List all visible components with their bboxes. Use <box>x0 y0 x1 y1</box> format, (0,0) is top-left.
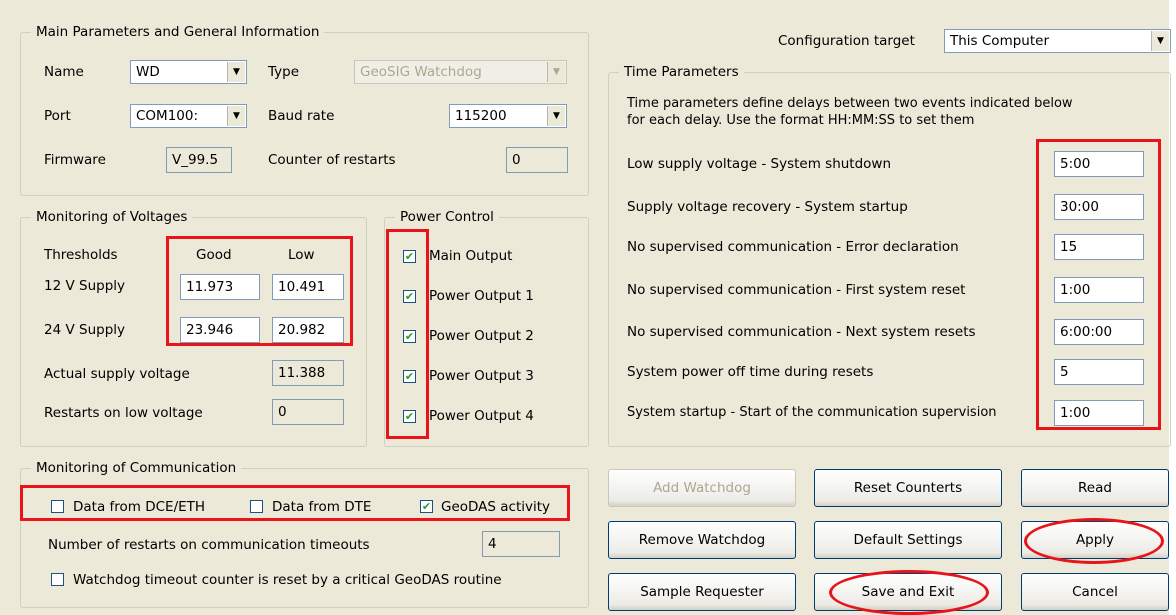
main-output-checkbox[interactable]: ✔ <box>403 250 416 263</box>
time-row-input[interactable]: 1:00 <box>1054 400 1144 426</box>
critical-routine-label: Watchdog timeout counter is reset by a c… <box>73 572 502 588</box>
power-control-legend: Power Control <box>395 208 499 226</box>
config-target-label: Configuration target <box>778 33 915 49</box>
supply-24v-label: 24 V Supply <box>44 322 125 338</box>
comm-timeout-label: Number of restarts on communication time… <box>48 537 370 553</box>
time-row-input[interactable]: 30:00 <box>1054 194 1144 220</box>
port-value: COM100: <box>136 108 199 124</box>
time-description-line2: for each delay. Use the format HH:MM:SS … <box>627 113 975 128</box>
config-target-select[interactable]: This Computer ▼ <box>944 29 1171 53</box>
dte-label: Data from DTE <box>272 499 372 515</box>
apply-button[interactable]: Apply <box>1021 521 1169 559</box>
baud-rate-label: Baud rate <box>268 108 335 124</box>
type-value: GeoSIG Watchdog <box>360 64 482 80</box>
main-output-label: Main Output <box>429 248 513 264</box>
restart-counter-field: 0 <box>506 147 568 173</box>
type-select: GeoSIG Watchdog ▼ <box>354 60 567 84</box>
time-row-input[interactable]: 1:00 <box>1054 277 1144 303</box>
power-output-4-label: Power Output 4 <box>429 408 534 424</box>
voltages-legend: Monitoring of Voltages <box>31 208 193 226</box>
chevron-down-icon[interactable]: ▼ <box>227 62 245 82</box>
power-output-2-checkbox[interactable]: ✔ <box>403 330 416 343</box>
time-parameters-legend: Time Parameters <box>619 63 744 81</box>
baud-rate-value: 115200 <box>455 108 507 124</box>
time-row-label: Low supply voltage - System shutdown <box>627 156 892 172</box>
name-label: Name <box>44 64 84 80</box>
sample-requester-button[interactable]: Sample Requester <box>608 573 796 611</box>
watchdog-dialog: Main Parameters and General Information … <box>0 0 1171 615</box>
actual-voltage-field: 11.388 <box>272 360 344 386</box>
name-value: WD <box>136 64 160 80</box>
time-row-label: System startup - Start of the communicat… <box>627 405 997 420</box>
name-select[interactable]: WD ▼ <box>130 60 247 84</box>
firmware-field: V_99.5 <box>166 147 232 173</box>
port-label: Port <box>44 108 71 124</box>
restart-counter-label: Counter of restarts <box>268 152 396 168</box>
supply-24v-low-input[interactable]: 20.982 <box>272 317 344 343</box>
read-button[interactable]: Read <box>1021 469 1169 507</box>
supply-12v-label: 12 V Supply <box>44 278 125 294</box>
save-and-exit-button[interactable]: Save and Exit <box>814 573 1002 611</box>
chevron-down-icon: ▼ <box>547 62 565 82</box>
good-header: Good <box>196 247 232 263</box>
dte-checkbox[interactable] <box>250 500 263 513</box>
baud-rate-select[interactable]: 115200 ▼ <box>449 104 567 128</box>
remove-watchdog-button[interactable]: Remove Watchdog <box>608 521 796 559</box>
cancel-button[interactable]: Cancel <box>1021 573 1169 611</box>
power-output-1-label: Power Output 1 <box>429 288 534 304</box>
geodas-activity-label: GeoDAS activity <box>441 499 551 515</box>
power-output-3-label: Power Output 3 <box>429 368 534 384</box>
config-target-value: This Computer <box>950 33 1049 49</box>
chevron-down-icon[interactable]: ▼ <box>227 106 245 126</box>
time-row-input[interactable]: 5 <box>1054 359 1144 385</box>
main-parameters-legend: Main Parameters and General Information <box>31 23 325 41</box>
power-output-2-label: Power Output 2 <box>429 328 534 344</box>
supply-24v-good-input[interactable]: 23.946 <box>180 317 260 343</box>
time-row-label: No supervised communication - Error decl… <box>627 239 959 255</box>
firmware-label: Firmware <box>44 152 106 168</box>
actual-voltage-label: Actual supply voltage <box>44 366 190 382</box>
reset-counters-button[interactable]: Reset Counterts <box>814 469 1002 507</box>
power-output-1-checkbox[interactable]: ✔ <box>403 290 416 303</box>
chevron-down-icon[interactable]: ▼ <box>547 106 565 126</box>
default-settings-button[interactable]: Default Settings <box>814 521 1002 559</box>
time-row-label: No supervised communication - First syst… <box>627 282 966 298</box>
time-row-label: System power off time during resets <box>627 364 874 380</box>
communication-legend: Monitoring of Communication <box>31 459 242 477</box>
chevron-down-icon[interactable]: ▼ <box>1151 31 1169 51</box>
low-voltage-restarts-field: 0 <box>272 399 344 425</box>
thresholds-label: Thresholds <box>44 247 118 263</box>
type-label: Type <box>268 64 300 80</box>
time-row-input[interactable]: 6:00:00 <box>1054 319 1144 345</box>
critical-routine-checkbox[interactable] <box>51 573 64 586</box>
dce-eth-checkbox[interactable] <box>51 500 64 513</box>
supply-12v-low-input[interactable]: 10.491 <box>272 274 344 300</box>
low-voltage-restarts-label: Restarts on low voltage <box>44 405 203 421</box>
power-output-3-checkbox[interactable]: ✔ <box>403 370 416 383</box>
power-output-4-checkbox[interactable]: ✔ <box>403 410 416 423</box>
add-watchdog-button: Add Watchdog <box>608 469 796 507</box>
time-row-input[interactable]: 15 <box>1054 234 1144 260</box>
time-row-label: No supervised communication - Next syste… <box>627 324 976 340</box>
port-select[interactable]: COM100: ▼ <box>130 104 247 128</box>
supply-12v-good-input[interactable]: 11.973 <box>180 274 260 300</box>
geodas-activity-checkbox[interactable]: ✔ <box>420 500 433 513</box>
time-row-label: Supply voltage recovery - System startup <box>627 199 908 215</box>
comm-timeout-field: 4 <box>482 531 560 557</box>
dce-eth-label: Data from DCE/ETH <box>73 499 206 515</box>
low-header: Low <box>288 247 315 263</box>
time-row-input[interactable]: 5:00 <box>1054 151 1144 177</box>
